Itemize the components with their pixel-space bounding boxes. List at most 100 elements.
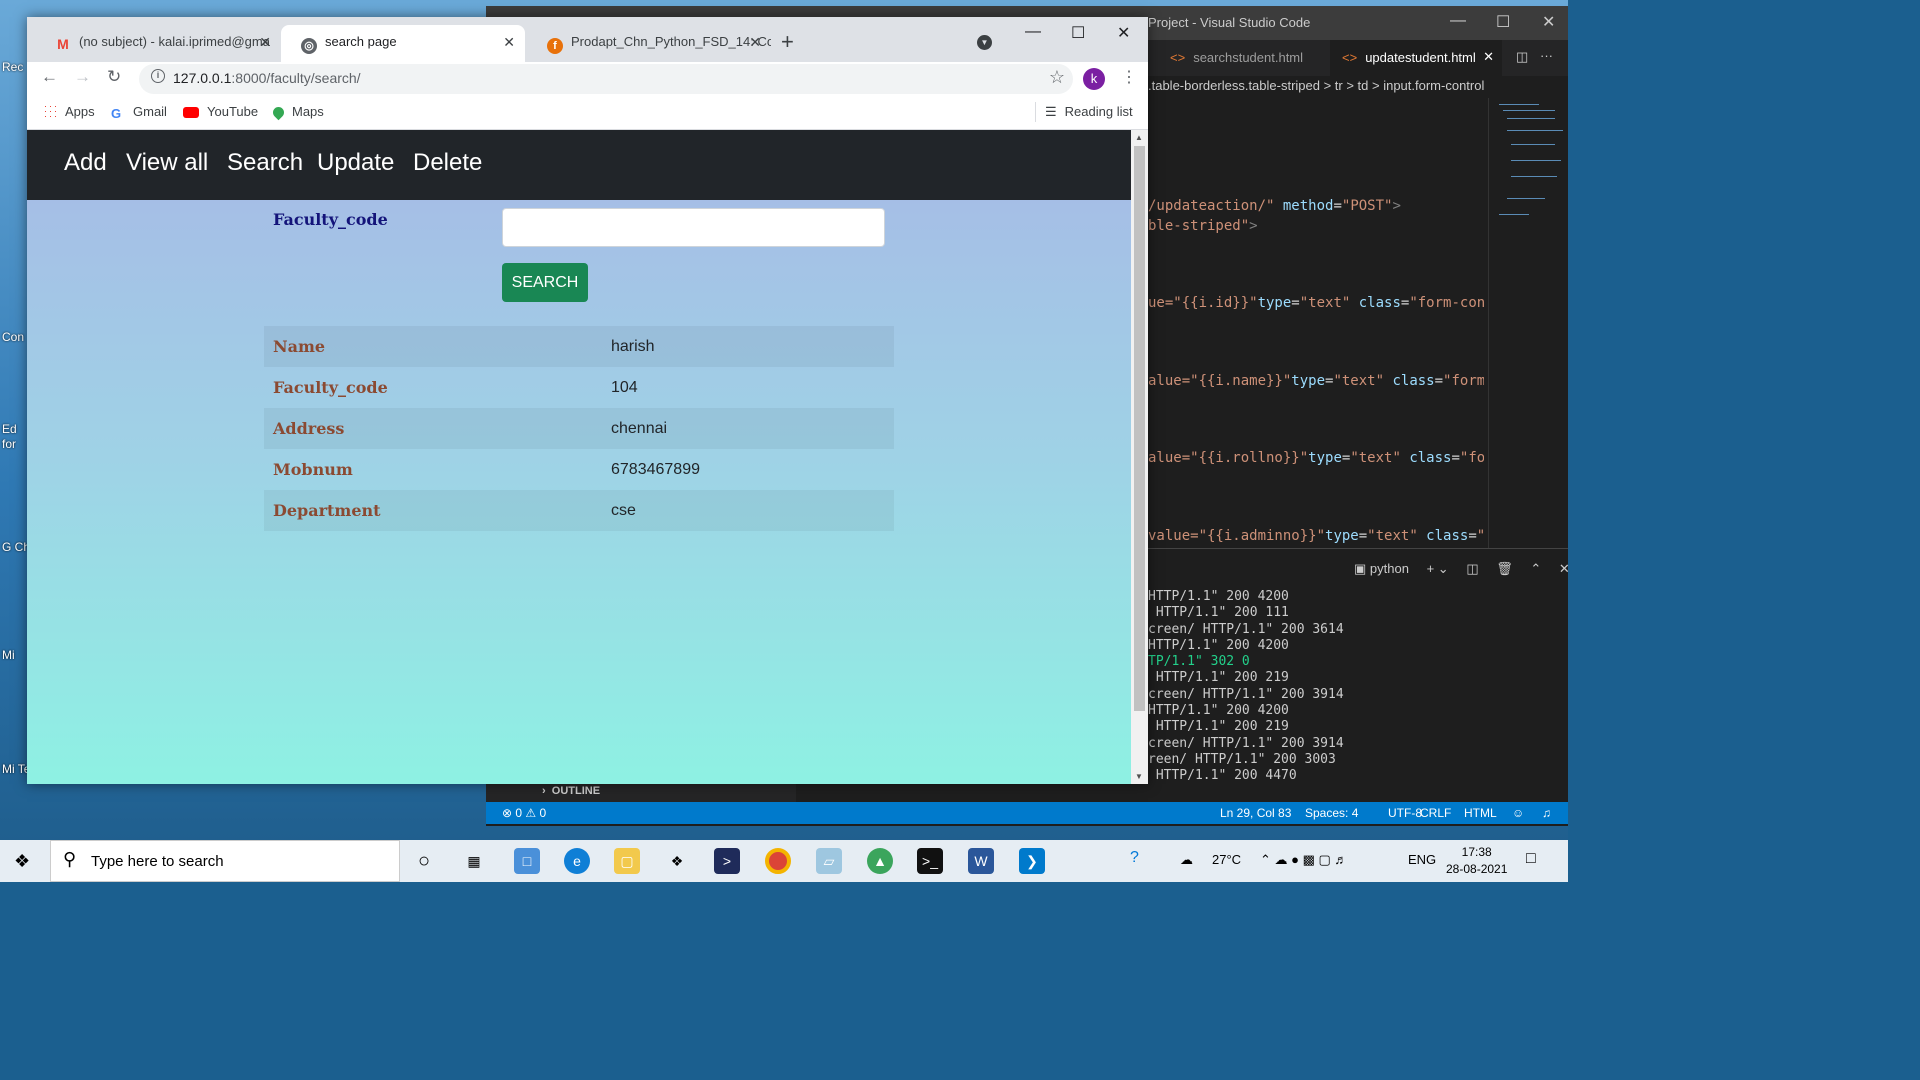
- problems-indicator[interactable]: ⊗ 0 ⚠ 0: [502, 806, 546, 820]
- desktop-icon-label[interactable]: Ed for: [2, 422, 30, 452]
- feedback-icon[interactable]: ☺: [1512, 806, 1524, 820]
- browser-tab-active[interactable]: ◎ search page ✕: [281, 25, 525, 62]
- bookmark-apps[interactable]: Apps: [43, 104, 95, 119]
- split-terminal-icon[interactable]: ◫: [1466, 561, 1478, 576]
- dropbox-icon[interactable]: ❖: [664, 848, 690, 874]
- desktop-icon-label[interactable]: G Ch: [2, 540, 30, 554]
- close-icon[interactable]: ✕: [1542, 12, 1555, 32]
- tray-icons[interactable]: ⌃ ☁ ● ▩ ▢ ♬: [1260, 852, 1347, 868]
- outline-section[interactable]: › OUTLINE: [486, 782, 796, 802]
- nav-search[interactable]: Search: [227, 149, 303, 177]
- new-terminal-icon[interactable]: + ⌄: [1427, 561, 1449, 576]
- scrollbar-thumb[interactable]: [1134, 146, 1145, 711]
- clock[interactable]: 17:38 28-08-2021: [1446, 844, 1507, 878]
- scroll-up-icon[interactable]: ▲: [1135, 133, 1143, 142]
- desktop-icon-label[interactable]: Rec: [2, 60, 23, 74]
- terminal-line: HTTP/1.1" 200 219: [1148, 719, 1289, 735]
- close-window-icon[interactable]: ✕: [1117, 23, 1130, 43]
- url-host: 127.0.0.1: [173, 70, 232, 86]
- search-button[interactable]: SEARCH: [502, 263, 588, 302]
- scroll-down-icon[interactable]: ▼: [1135, 772, 1143, 781]
- tab-search-icon[interactable]: ▼: [977, 35, 992, 50]
- notifications-icon[interactable]: □: [1526, 850, 1536, 868]
- vscode-tab-active[interactable]: <> updatestudent.html ✕: [1330, 40, 1502, 76]
- close-tab-icon[interactable]: ✕: [1483, 49, 1494, 65]
- desktop-icon-label[interactable]: Mi: [2, 648, 15, 662]
- page-scrollbar[interactable]: ▲ ▼: [1131, 130, 1148, 784]
- bookmark-gmail[interactable]: G Gmail: [111, 104, 167, 121]
- reload-icon[interactable]: ↻: [107, 67, 121, 87]
- anaconda-icon[interactable]: ▲: [867, 848, 893, 874]
- windows-start-icon[interactable]: ❖: [14, 851, 30, 872]
- menu-icon[interactable]: ⋮: [1121, 67, 1137, 87]
- close-tab-icon[interactable]: ✕: [749, 34, 761, 51]
- indentation[interactable]: Spaces: 4: [1305, 806, 1358, 820]
- browser-tab[interactable]: M (no subject) - kalai.iprimed@gma ✕: [35, 25, 281, 62]
- app-icon[interactable]: ▱: [816, 848, 842, 874]
- taskbar-search[interactable]: ⚲ Type here to search: [50, 840, 400, 882]
- powershell-icon[interactable]: >: [714, 848, 740, 874]
- bookmark-youtube[interactable]: YouTube: [183, 104, 258, 119]
- new-tab-button[interactable]: +: [781, 29, 794, 55]
- nav-view-all[interactable]: View all: [126, 149, 208, 177]
- code-editor[interactable]: /updateaction/" method="POST"> ble-stripe…: [1148, 98, 1484, 548]
- forward-icon[interactable]: →: [74, 67, 91, 87]
- bookmark-maps[interactable]: Maps: [270, 104, 324, 121]
- url-text[interactable]: 127.0.0.1:8000/faculty/search/: [173, 70, 361, 86]
- terminal-output[interactable]: HTTP/1.1" 200 4200 HTTP/1.1" 200 111 cree…: [1148, 589, 1344, 785]
- desktop-icon-label[interactable]: Con: [2, 330, 24, 344]
- split-editor-icon[interactable]: ◫: [1516, 49, 1528, 65]
- bookmark-label: Apps: [65, 104, 95, 119]
- terminal-icon[interactable]: >_: [917, 848, 943, 874]
- weather-temperature[interactable]: 27°C: [1212, 852, 1241, 867]
- edge-icon[interactable]: e: [564, 848, 590, 874]
- profile-avatar[interactable]: k: [1083, 68, 1105, 90]
- minimize-icon[interactable]: —: [1450, 12, 1466, 30]
- bell-icon[interactable]: ♫: [1542, 806, 1551, 820]
- maximize-icon[interactable]: ☐: [1071, 23, 1085, 43]
- code-token: ue="{{i.id}}": [1148, 295, 1258, 311]
- close-panel-icon[interactable]: ✕: [1559, 561, 1570, 576]
- vscode-tab[interactable]: <> searchstudent.html: [1158, 40, 1328, 76]
- chevron-up-icon[interactable]: ⌃: [1530, 561, 1541, 576]
- bookmark-star-icon[interactable]: ☆: [1049, 67, 1065, 88]
- app-icon[interactable]: □: [514, 848, 540, 874]
- nav-add[interactable]: Add: [64, 149, 107, 177]
- terminal-line: reen/ HTTP/1.1" 200 3003: [1148, 751, 1336, 767]
- vscode-tab-label: updatestudent.html: [1365, 50, 1476, 65]
- maximize-icon[interactable]: ☐: [1496, 12, 1510, 32]
- word-icon[interactable]: W: [968, 848, 994, 874]
- language-mode[interactable]: HTML: [1464, 806, 1497, 820]
- task-view-icon[interactable]: ▦: [461, 848, 487, 874]
- trash-icon[interactable]: 🗑: [1496, 561, 1513, 576]
- search-icon: ⚲: [63, 849, 77, 869]
- field-value: harish: [611, 337, 655, 355]
- minimize-icon[interactable]: —: [1025, 23, 1041, 41]
- reading-list[interactable]: ☰ Reading list: [1045, 104, 1133, 120]
- field-value: cse: [611, 501, 636, 519]
- close-tab-icon[interactable]: ✕: [259, 34, 271, 51]
- close-tab-icon[interactable]: ✕: [503, 34, 515, 51]
- browser-tab[interactable]: f Prodapt_Chn_Python_FSD_14: Co ✕: [527, 25, 771, 62]
- terminal-label[interactable]: python: [1370, 561, 1409, 576]
- chrome-icon[interactable]: [765, 848, 791, 874]
- weather-icon[interactable]: ☁: [1180, 852, 1193, 868]
- site-info-icon[interactable]: i: [151, 69, 165, 83]
- vscode-icon[interactable]: ❯: [1019, 848, 1045, 874]
- cortana-icon[interactable]: ○: [411, 848, 437, 874]
- file-explorer-icon[interactable]: ▢: [614, 848, 640, 874]
- line-ending[interactable]: CRLF: [1420, 806, 1451, 820]
- faculty-code-input[interactable]: [502, 208, 885, 247]
- address-bar[interactable]: i 127.0.0.1:8000/faculty/search/ ☆: [139, 64, 1073, 94]
- help-icon[interactable]: ?: [1130, 849, 1139, 867]
- back-icon[interactable]: ←: [41, 67, 58, 87]
- nav-delete[interactable]: Delete: [413, 149, 482, 177]
- minimap[interactable]: [1488, 98, 1564, 548]
- url-path: :8000/faculty/search/: [231, 70, 361, 86]
- more-actions-icon[interactable]: ···: [1540, 48, 1553, 63]
- cursor-position[interactable]: Ln 29, Col 83: [1220, 806, 1291, 820]
- language-indicator[interactable]: ENG: [1408, 852, 1436, 867]
- encoding[interactable]: UTF-8: [1388, 806, 1422, 820]
- date: 28-08-2021: [1446, 862, 1508, 876]
- nav-update[interactable]: Update: [317, 149, 394, 177]
